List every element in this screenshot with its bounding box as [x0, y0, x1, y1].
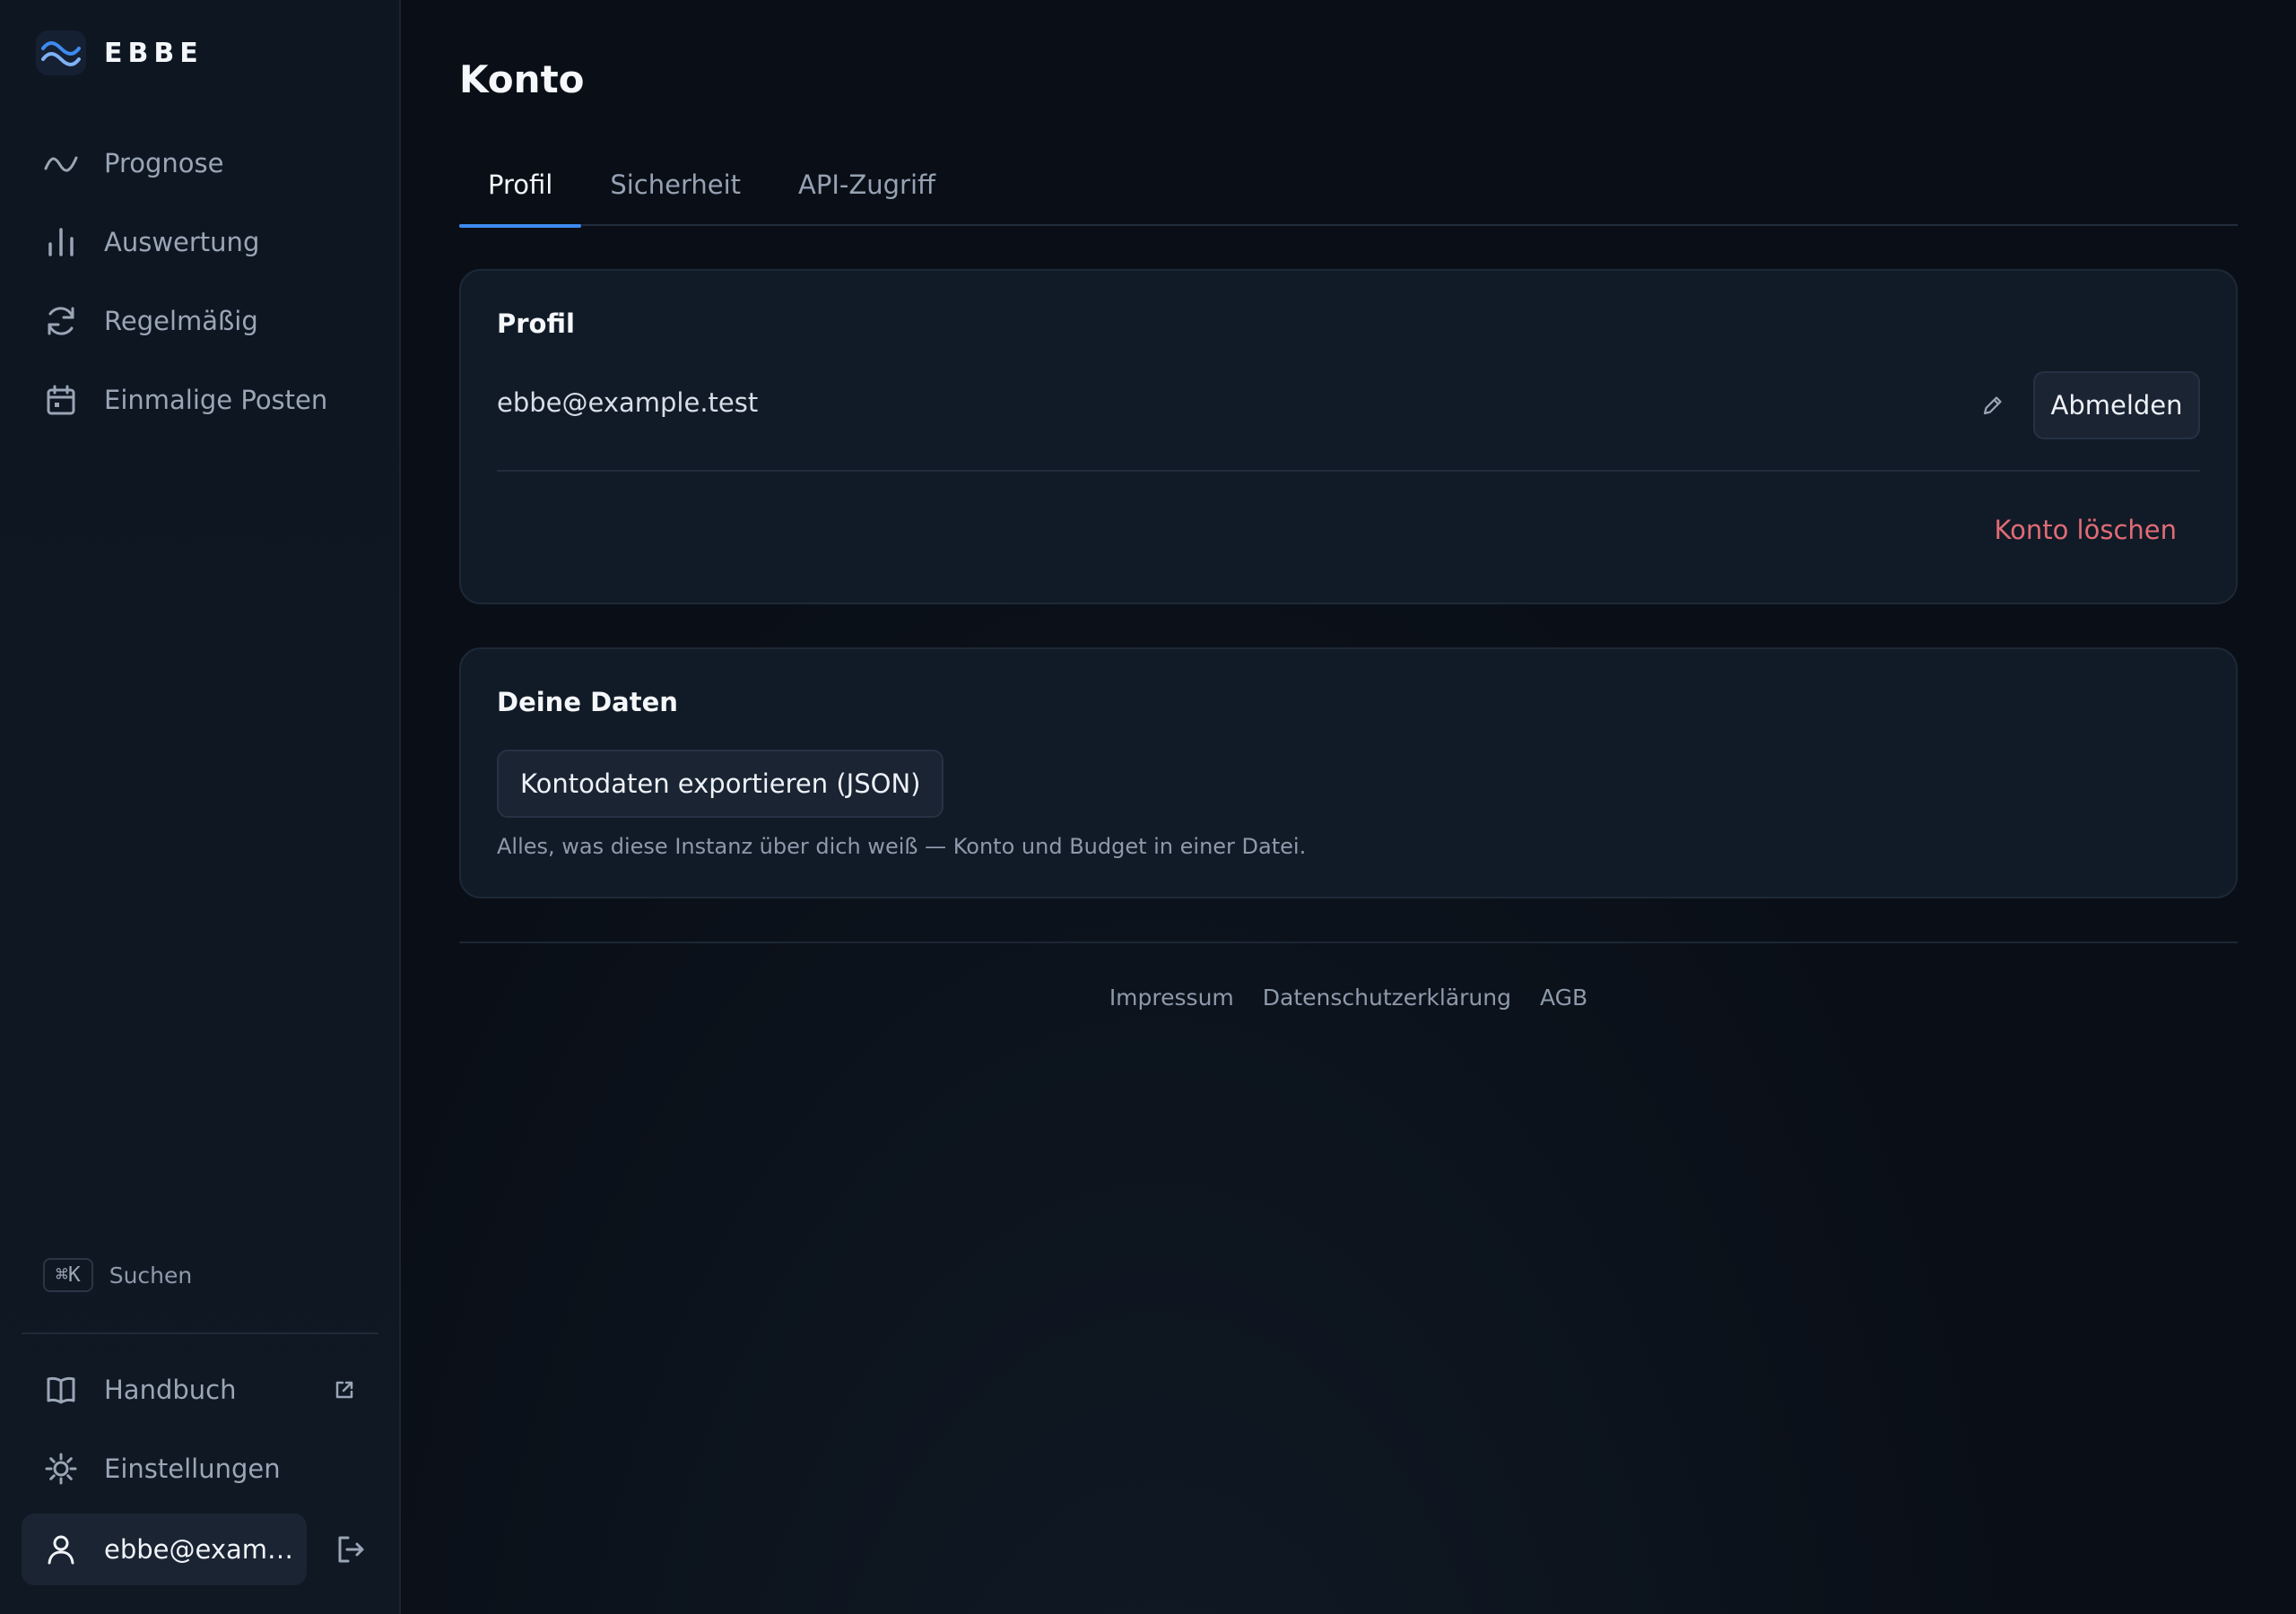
sidebar-item-label: Prognose — [104, 148, 224, 178]
tab-api-zugriff[interactable]: API-Zugriff — [770, 143, 964, 226]
logout-icon — [338, 1536, 364, 1563]
sidebar-item-label: Einstellungen — [104, 1453, 281, 1484]
account-email: ebbe@example.test — [497, 387, 759, 418]
pencil-icon[interactable] — [1979, 391, 2007, 420]
book-icon — [43, 1372, 79, 1408]
external-link-icon — [332, 1377, 357, 1402]
footer: Impressum Datenschutzerklärung AGB — [459, 985, 2238, 1011]
user-account-button[interactable]: ebbe@examp... — [22, 1514, 307, 1585]
tab-sicherheit[interactable]: Sicherheit — [581, 143, 770, 226]
card-divider — [497, 470, 2200, 472]
tab-profil[interactable]: Profil — [459, 143, 582, 228]
sidebar-nav: Prognose Auswertung Regelmäßig Einmalige… — [22, 124, 378, 439]
user-row: ebbe@examp... — [22, 1514, 378, 1585]
page-title: Konto — [459, 57, 585, 101]
wave-icon — [36, 30, 86, 75]
sidebar-bottom-nav: Handbuch Einstellungen — [22, 1350, 378, 1508]
logout-button[interactable] — [328, 1527, 373, 1572]
sun-gear-icon — [43, 1451, 79, 1487]
sidebar: EBBE Prognose Auswertung Regelmäßig Einm… — [0, 0, 401, 1614]
shortcut-badge: ⌘K — [43, 1258, 93, 1292]
trend-line-icon — [43, 145, 79, 181]
tab-bar: Profil Sicherheit API-Zugriff — [459, 143, 2238, 228]
user-email-label: ebbe@examp... — [104, 1534, 301, 1565]
sidebar-item-handbuch[interactable]: Handbuch — [22, 1350, 378, 1429]
sidebar-item-prognose[interactable]: Prognose — [22, 124, 378, 203]
profile-card: Profil ebbe@example.test Abmelden Konto … — [459, 269, 2238, 604]
search-trigger[interactable]: ⌘K Suchen — [43, 1258, 192, 1292]
sidebar-item-einstellungen[interactable]: Einstellungen — [22, 1429, 378, 1508]
sidebar-item-label: Auswertung — [104, 227, 260, 257]
user-icon — [43, 1532, 79, 1567]
sidebar-item-auswertung[interactable]: Auswertung — [22, 203, 378, 282]
sidebar-item-einmalige-posten[interactable]: Einmalige Posten — [22, 360, 378, 439]
bar-chart-icon — [43, 224, 79, 260]
footer-link-impressum[interactable]: Impressum — [1109, 985, 1234, 1011]
profile-card-title: Profil — [497, 308, 575, 339]
refresh-icon — [43, 303, 79, 339]
sidebar-divider — [22, 1332, 378, 1334]
main-content: Konto Profil Sicherheit API-Zugriff Prof… — [401, 0, 2296, 1614]
signout-button[interactable]: Abmelden — [2033, 371, 2200, 439]
search-label: Suchen — [109, 1262, 193, 1289]
data-card-title: Deine Daten — [497, 687, 678, 717]
footer-divider — [459, 941, 2238, 943]
app-root: EBBE Prognose Auswertung Regelmäßig Einm… — [0, 0, 2296, 1614]
data-card: Deine Daten Kontodaten exportieren (JSON… — [459, 647, 2238, 898]
footer-link-datenschutz[interactable]: Datenschutzerklärung — [1263, 985, 1511, 1011]
brand[interactable]: EBBE — [36, 30, 204, 75]
footer-link-agb[interactable]: AGB — [1540, 985, 1587, 1011]
delete-account-button[interactable]: Konto löschen — [1995, 515, 2177, 545]
export-data-button[interactable]: Kontodaten exportieren (JSON) — [497, 750, 944, 818]
sidebar-item-label: Einmalige Posten — [104, 385, 328, 415]
sidebar-item-label: Handbuch — [104, 1375, 237, 1405]
sidebar-item-label: Regelmäßig — [104, 306, 258, 336]
brand-name: EBBE — [104, 37, 204, 69]
export-hint: Alles, was diese Instanz über dich weiß … — [497, 834, 1307, 859]
sidebar-item-regelmaessig[interactable]: Regelmäßig — [22, 282, 378, 360]
calendar-icon — [43, 382, 79, 418]
